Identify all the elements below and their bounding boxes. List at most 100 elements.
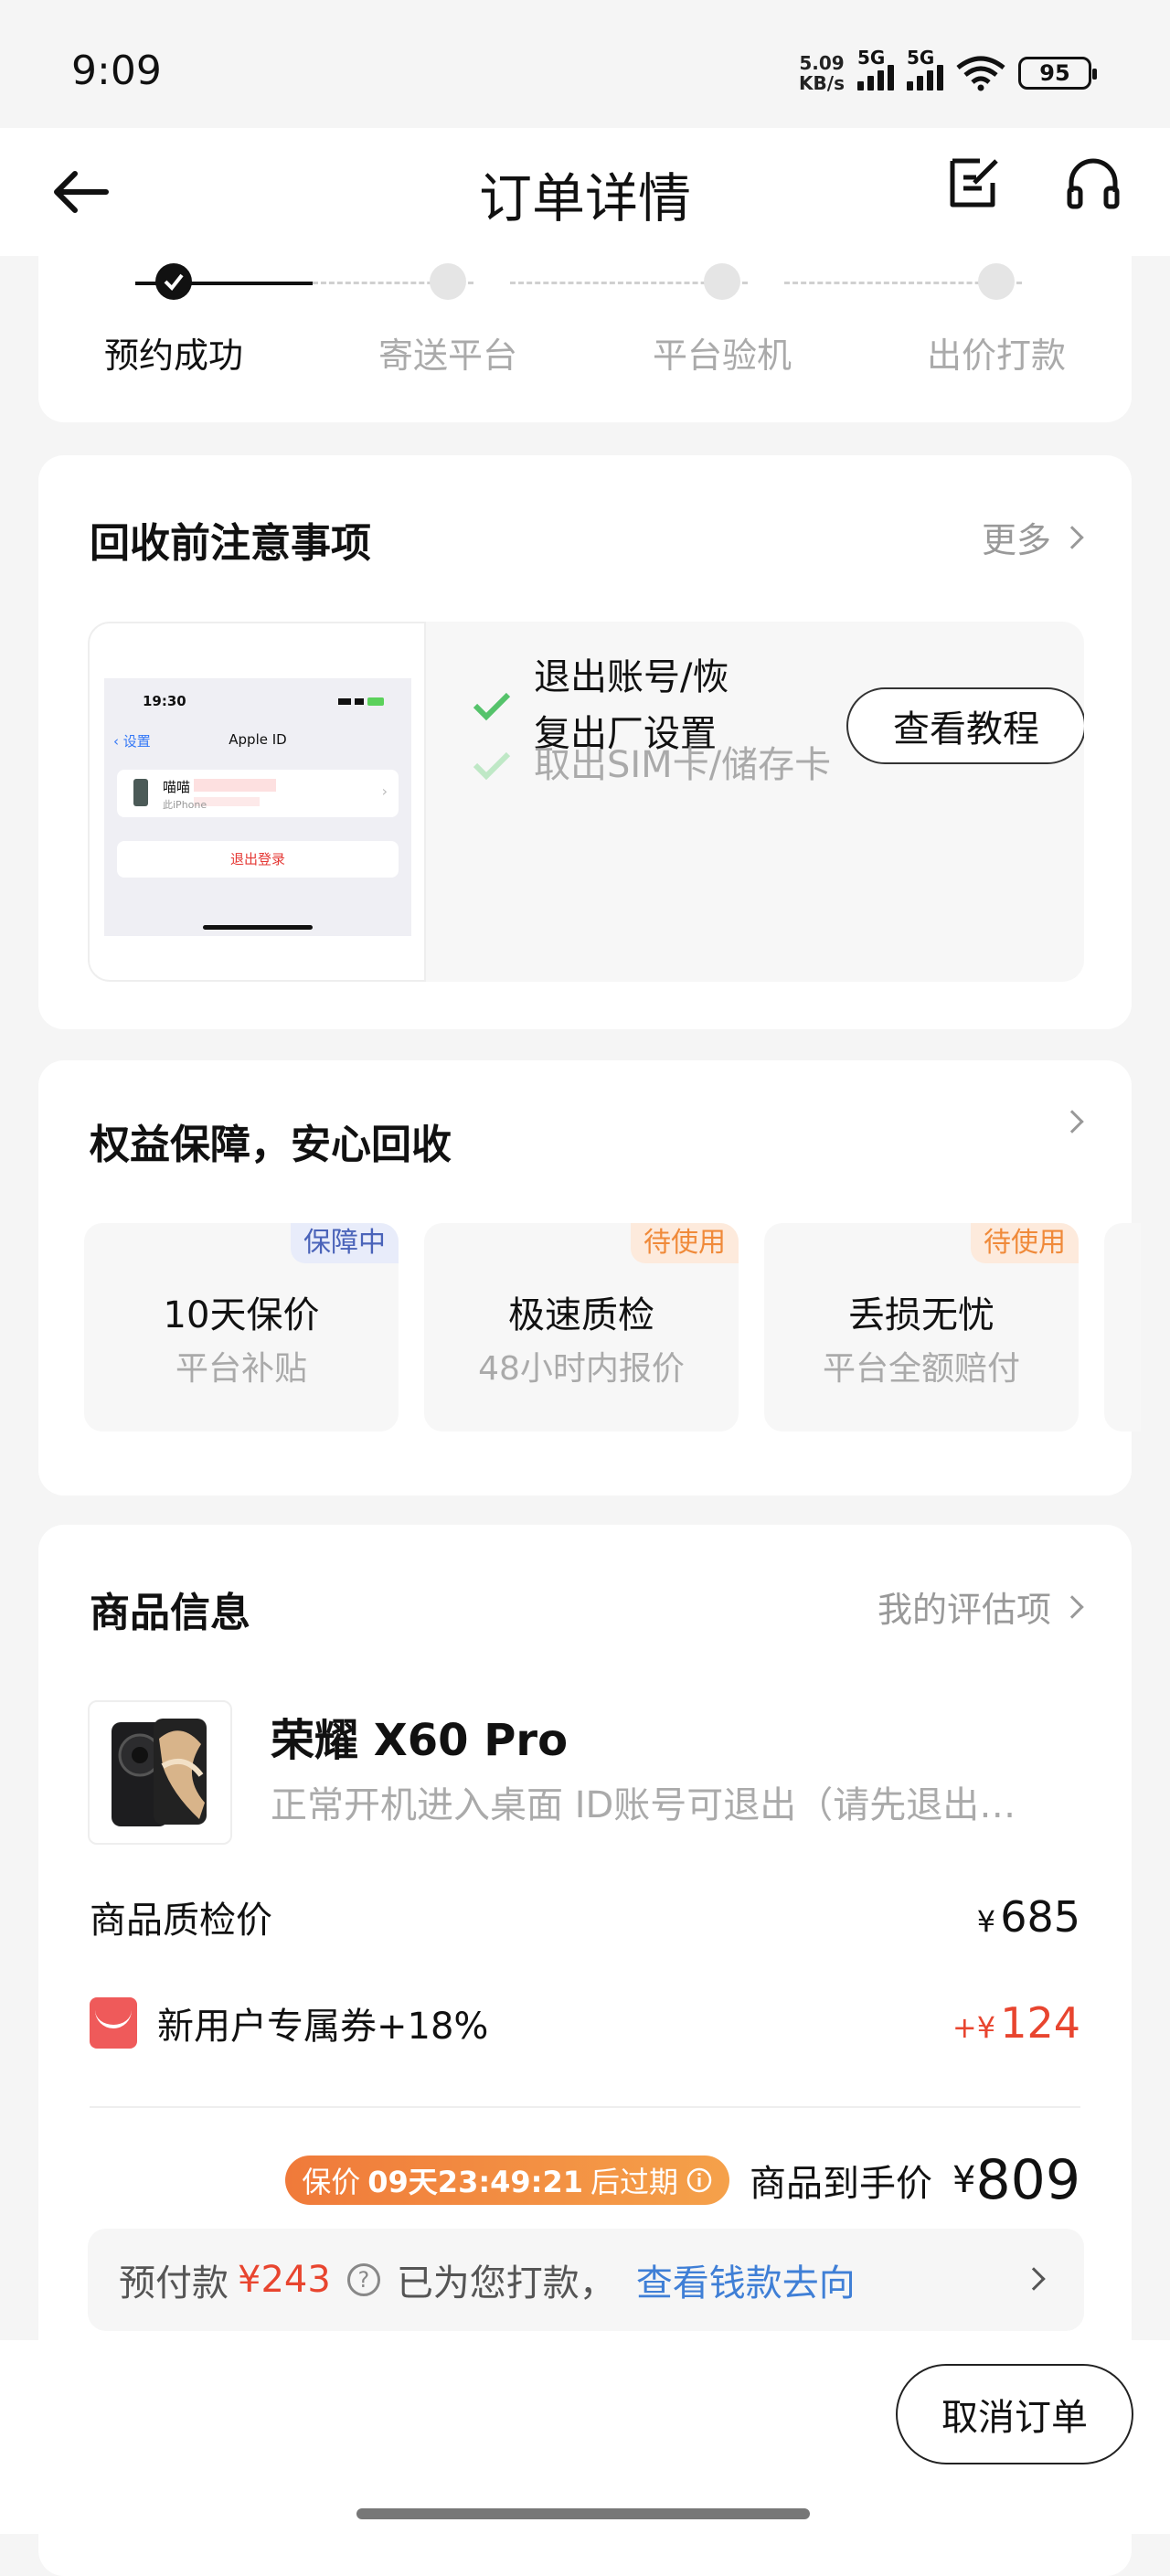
notice-item-sim-row: 取出SIM卡/储存卡 — [472, 737, 831, 793]
money-flow-link[interactable]: 查看钱款去向 — [636, 2253, 856, 2306]
tile-subtitle: 平台全额赔付 — [822, 1350, 1020, 1388]
battery-icon: 95 — [1018, 57, 1097, 90]
chevron-right-icon — [1060, 525, 1084, 549]
step-dot-active — [155, 263, 192, 300]
coupon-info: 新用户专属券+18% — [90, 1996, 488, 2049]
rights-tile-loss-cover[interactable]: 待使用 丢损无忧 平台全额赔付 — [764, 1223, 1079, 1432]
cancel-order-button[interactable]: 取消订单 — [896, 2364, 1133, 2464]
coupon-amount: +¥ 124 — [952, 1998, 1080, 2048]
home-indicator — [356, 2508, 810, 2519]
coupon-row: 新用户专属券+18% +¥ 124 — [90, 1996, 1080, 2049]
phone-product-icon — [112, 1719, 207, 1826]
tile-subtitle: 48小时内报价 — [478, 1350, 685, 1388]
customer-service-icon[interactable] — [1064, 155, 1122, 214]
coupon-label: 新用户专属券+18% — [157, 2006, 489, 2048]
rights-tile-price-protect[interactable]: 保障中 10天保价 平台补贴 — [84, 1223, 399, 1432]
notice-title: 回收前注意事项 — [90, 520, 371, 567]
order-steps: 预约成功 寄送平台 平台验机 出价打款 — [38, 247, 1132, 422]
tile-title: 极速质检 — [508, 1294, 654, 1336]
sim2-label: 5G — [907, 47, 935, 69]
prepay-label: 预付款 — [119, 2262, 229, 2305]
currency-symbol: ¥ — [976, 2010, 996, 2045]
progress-card: 预约成功 寄送平台 平台验机 出价打款 — [38, 247, 1132, 422]
final-price-value: 809 — [975, 2148, 1080, 2212]
step-label-ship: 寄送平台 — [378, 335, 517, 376]
signal-icon-2: 5G — [907, 47, 943, 90]
status-time: 9:09 — [71, 48, 162, 94]
step-label-inspect: 平台验机 — [652, 335, 792, 376]
edit-note-icon[interactable] — [947, 155, 1002, 210]
goods-title: 商品信息 — [90, 1590, 250, 1636]
coupon-prefix: + — [952, 2010, 977, 2045]
status-badge: 保障中 — [291, 1223, 399, 1263]
tile-subtitle: 平台补贴 — [175, 1350, 307, 1388]
chevron-right-icon — [1060, 1110, 1084, 1134]
notice-more-link[interactable]: 更多 — [982, 512, 1084, 562]
preview-sub: 此iPhone — [163, 799, 207, 811]
prepay-status: 已为您打款， — [396, 2262, 616, 2305]
divider — [90, 2106, 1080, 2108]
currency-symbol: ¥ — [976, 1904, 996, 1939]
status-badge: 待使用 — [971, 1223, 1079, 1263]
my-assessment-label: 我的评估项 — [877, 1590, 1051, 1630]
notice-item2-text: 取出SIM卡/储存卡 — [534, 744, 832, 786]
inspect-price-value: 685 — [1000, 1892, 1080, 1942]
step-dot — [978, 263, 1015, 300]
prepay-amount: 243 — [261, 2259, 331, 2301]
status-badge: 待使用 — [631, 1223, 739, 1263]
preview-home-indicator — [203, 925, 313, 930]
step-dot — [430, 263, 466, 300]
check-icon — [164, 273, 184, 292]
tile-title: 丢损无忧 — [848, 1294, 994, 1336]
preview-chevron-icon: › — [381, 782, 388, 800]
notice-item1-line1: 退出账号/恢 — [534, 656, 729, 698]
countdown-time: 09天23:49:21 — [367, 2165, 583, 2199]
prepay-row[interactable]: 预付款 ¥ 243 ? 已为您打款， 查看钱款去向 — [88, 2229, 1084, 2331]
net-speed-value: 5.09 — [799, 52, 845, 74]
preview-phone-icon — [133, 779, 148, 806]
currency-symbol: ¥ — [952, 2159, 976, 2201]
tutorial-preview[interactable]: 19:30 ‹ 设置 Apple ID 喵喵 此iPhone › 退出登录 — [88, 622, 426, 982]
inspect-price: ¥ 685 — [977, 1892, 1080, 1942]
info-icon — [686, 2167, 712, 2193]
bottom-bar: 取消订单 — [0, 2340, 1170, 2534]
check-icon — [473, 751, 511, 781]
rights-tile-peek — [1104, 1223, 1141, 1432]
preview-name: 喵喵 — [163, 779, 191, 795]
price-protect-countdown[interactable]: 保价 09天23:49:21 后过期 — [285, 2156, 730, 2205]
rights-tiles: 保障中 10天保价 平台补贴 待使用 极速质检 48小时内报价 待使用 丢损无忧… — [84, 1223, 1141, 1432]
inspect-price-label: 商品质检价 — [90, 1900, 272, 1942]
net-speed-unit: KB/s — [799, 72, 845, 94]
view-tutorial-button[interactable]: 查看教程 — [846, 687, 1084, 764]
rights-card: 权益保障，安心回收 保障中 10天保价 平台补贴 待使用 极速质检 48小时内报… — [38, 1060, 1141, 1496]
sim1-label: 5G — [857, 47, 886, 69]
signal-icon: 5G — [857, 47, 894, 90]
rights-more-link[interactable] — [1060, 1110, 1084, 1134]
notice-box: 19:30 ‹ 设置 Apple ID 喵喵 此iPhone › 退出登录 退出… — [88, 622, 1084, 982]
final-price-label: 商品到手价 — [750, 2163, 933, 2205]
help-icon[interactable]: ? — [346, 2263, 380, 2296]
coupon-envelope-icon — [90, 1997, 137, 2049]
preview-account-row: 喵喵 此iPhone › — [117, 770, 399, 817]
check-icon — [473, 692, 511, 721]
chevron-right-icon — [1022, 2267, 1046, 2291]
status-bar: 9:09 5.09 KB/s 5G 5G 95 — [0, 0, 1170, 146]
coupon-amount-value: 124 — [1000, 1998, 1080, 2048]
notice-card: 回收前注意事项 更多 19:30 ‹ 设置 Apple ID 喵喵 此iPhon… — [38, 455, 1132, 1029]
final-price-row: 保价 09天23:49:21 后过期 商品到手价 ¥ 809 — [90, 2148, 1080, 2212]
preview-title: Apple ID — [229, 731, 287, 748]
wifi-icon — [956, 56, 1005, 91]
countdown-suffix: 后过期 — [590, 2165, 679, 2199]
preview-logout: 退出登录 — [117, 841, 399, 878]
status-icons: 5.09 KB/s 5G 5G 95 — [799, 47, 1097, 94]
countdown-prefix: 保价 — [302, 2165, 361, 2199]
chevron-right-icon — [1060, 1594, 1084, 1619]
preview-redacted — [194, 779, 276, 792]
preview-time: 19:30 — [143, 693, 186, 709]
my-assessment-link[interactable]: 我的评估项 — [877, 1581, 1084, 1632]
rights-tile-fast-inspect[interactable]: 待使用 极速质检 48小时内报价 — [424, 1223, 739, 1432]
product-image — [88, 1700, 232, 1845]
inspect-price-row: 商品质检价 ¥ 685 — [90, 1890, 1080, 1943]
step-dot — [704, 263, 740, 300]
tile-title: 10天保价 — [163, 1294, 320, 1336]
